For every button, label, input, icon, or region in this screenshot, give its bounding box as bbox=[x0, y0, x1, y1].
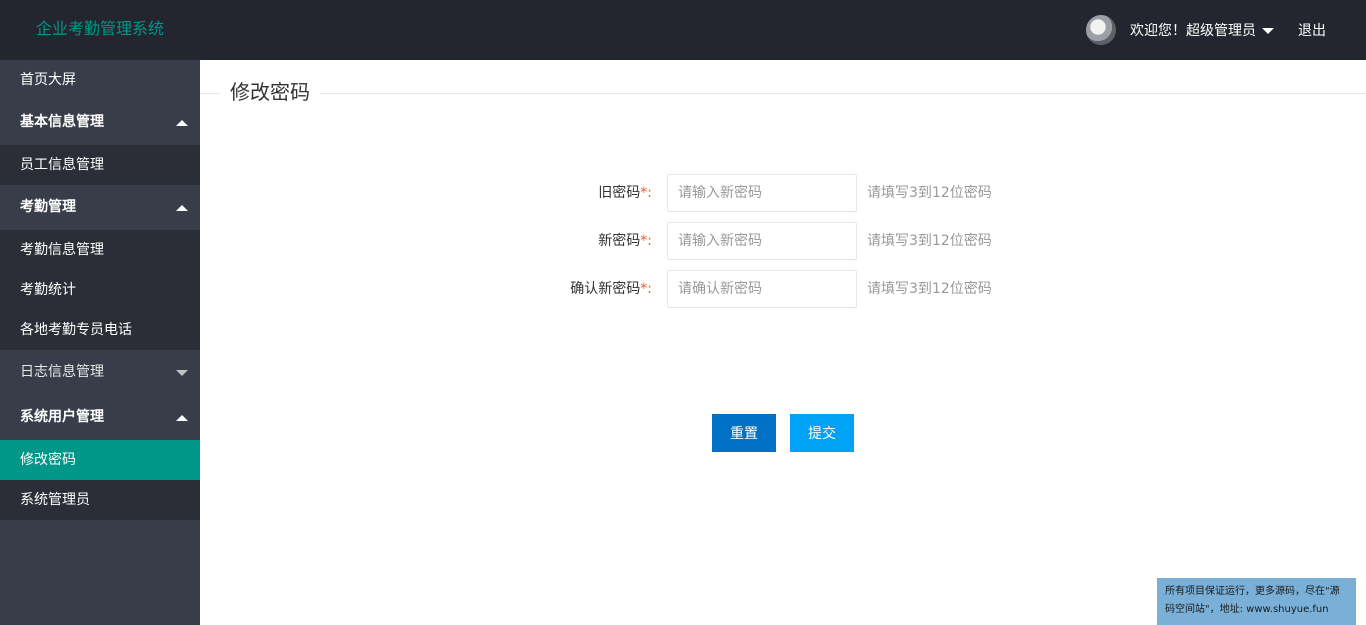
sidebar-item-change-password[interactable]: 修改密码 bbox=[0, 440, 200, 480]
submit-button[interactable]: 提交 bbox=[790, 414, 854, 452]
label-colon: : bbox=[647, 185, 652, 201]
form-row-confirm-password: 确认新密码*: 请填写3到12位密码 bbox=[200, 270, 1366, 308]
sidebar-item-attendance-info[interactable]: 考勤信息管理 bbox=[0, 230, 200, 270]
label-colon: : bbox=[647, 233, 652, 249]
logout-link[interactable]: 退出 bbox=[1298, 20, 1326, 40]
sidebar-item-attendance-contacts[interactable]: 各地考勤专员电话 bbox=[0, 310, 200, 350]
old-password-input[interactable] bbox=[667, 174, 857, 212]
new-password-input[interactable] bbox=[667, 222, 857, 260]
sidebar-item-home[interactable]: 首页大屏 bbox=[0, 60, 200, 100]
avatar[interactable] bbox=[1086, 15, 1116, 45]
app-logo-title[interactable]: 企业考勤管理系统 bbox=[36, 19, 164, 39]
welcome-text: 欢迎您！超级管理员 bbox=[1130, 23, 1256, 39]
user-menu[interactable]: 欢迎您！超级管理员 bbox=[1130, 20, 1274, 40]
label-text: 新密码 bbox=[598, 233, 641, 249]
arrow-up-icon bbox=[176, 120, 188, 126]
reset-button[interactable]: 重置 bbox=[712, 414, 776, 452]
page-title: 修改密码 bbox=[220, 80, 320, 104]
form-row-new-password: 新密码*: 请填写3到12位密码 bbox=[200, 222, 1366, 260]
confirm-password-label: 确认新密码*: bbox=[570, 270, 652, 308]
sidebar-group-basic-info[interactable]: 基本信息管理 bbox=[0, 100, 200, 145]
arrow-up-icon bbox=[176, 415, 188, 421]
sidebar-item-attendance-stats[interactable]: 考勤统计 bbox=[0, 270, 200, 310]
divider bbox=[200, 93, 1366, 94]
old-password-tip: 请填写3到12位密码 bbox=[867, 185, 992, 201]
confirm-password-tip: 请填写3到12位密码 bbox=[867, 281, 992, 297]
sidebar-submenu-attendance: 考勤信息管理 考勤统计 各地考勤专员电话 bbox=[0, 230, 200, 350]
user-area: 欢迎您！超级管理员 退出 bbox=[1086, 0, 1366, 60]
sidebar: 首页大屏 基本信息管理 员工信息管理 考勤管理 考勤信息管理 考勤统计 各地考勤… bbox=[0, 60, 200, 625]
sidebar-group-attendance[interactable]: 考勤管理 bbox=[0, 185, 200, 230]
sidebar-submenu-system-users: 修改密码 系统管理员 bbox=[0, 440, 200, 520]
sidebar-group-label: 日志信息管理 bbox=[20, 364, 104, 380]
arrow-down-icon bbox=[176, 370, 188, 376]
top-header: 企业考勤管理系统 欢迎您！超级管理员 退出 bbox=[0, 0, 1366, 60]
source-notice-banner: 所有项目保证运行，更多源码，尽在"源码空间站"，地址: www.shuyue.f… bbox=[1157, 578, 1356, 625]
sidebar-group-label: 基本信息管理 bbox=[20, 114, 104, 130]
new-password-label: 新密码*: bbox=[598, 222, 652, 260]
arrow-up-icon bbox=[176, 205, 188, 211]
label-colon: : bbox=[647, 281, 652, 297]
confirm-password-input[interactable] bbox=[667, 270, 857, 308]
label-text: 旧密码 bbox=[598, 185, 641, 201]
label-text: 确认新密码 bbox=[570, 281, 641, 297]
sidebar-group-system-users[interactable]: 系统用户管理 bbox=[0, 395, 200, 440]
old-password-label: 旧密码*: bbox=[598, 174, 652, 212]
caret-down-icon bbox=[1262, 28, 1274, 34]
sidebar-item-system-admins[interactable]: 系统管理员 bbox=[0, 480, 200, 520]
new-password-tip: 请填写3到12位密码 bbox=[867, 233, 992, 249]
sidebar-submenu-basic-info: 员工信息管理 bbox=[0, 145, 200, 185]
sidebar-group-label: 系统用户管理 bbox=[20, 409, 104, 425]
sidebar-group-label: 考勤管理 bbox=[20, 199, 76, 215]
main-content: 修改密码 旧密码*: 请填写3到12位密码 新密码*: 请填写3到12位密码 确… bbox=[200, 60, 1366, 625]
sidebar-group-logs[interactable]: 日志信息管理 bbox=[0, 350, 200, 395]
sidebar-item-employee-info[interactable]: 员工信息管理 bbox=[0, 145, 200, 185]
form-row-old-password: 旧密码*: 请填写3到12位密码 bbox=[200, 174, 1366, 212]
